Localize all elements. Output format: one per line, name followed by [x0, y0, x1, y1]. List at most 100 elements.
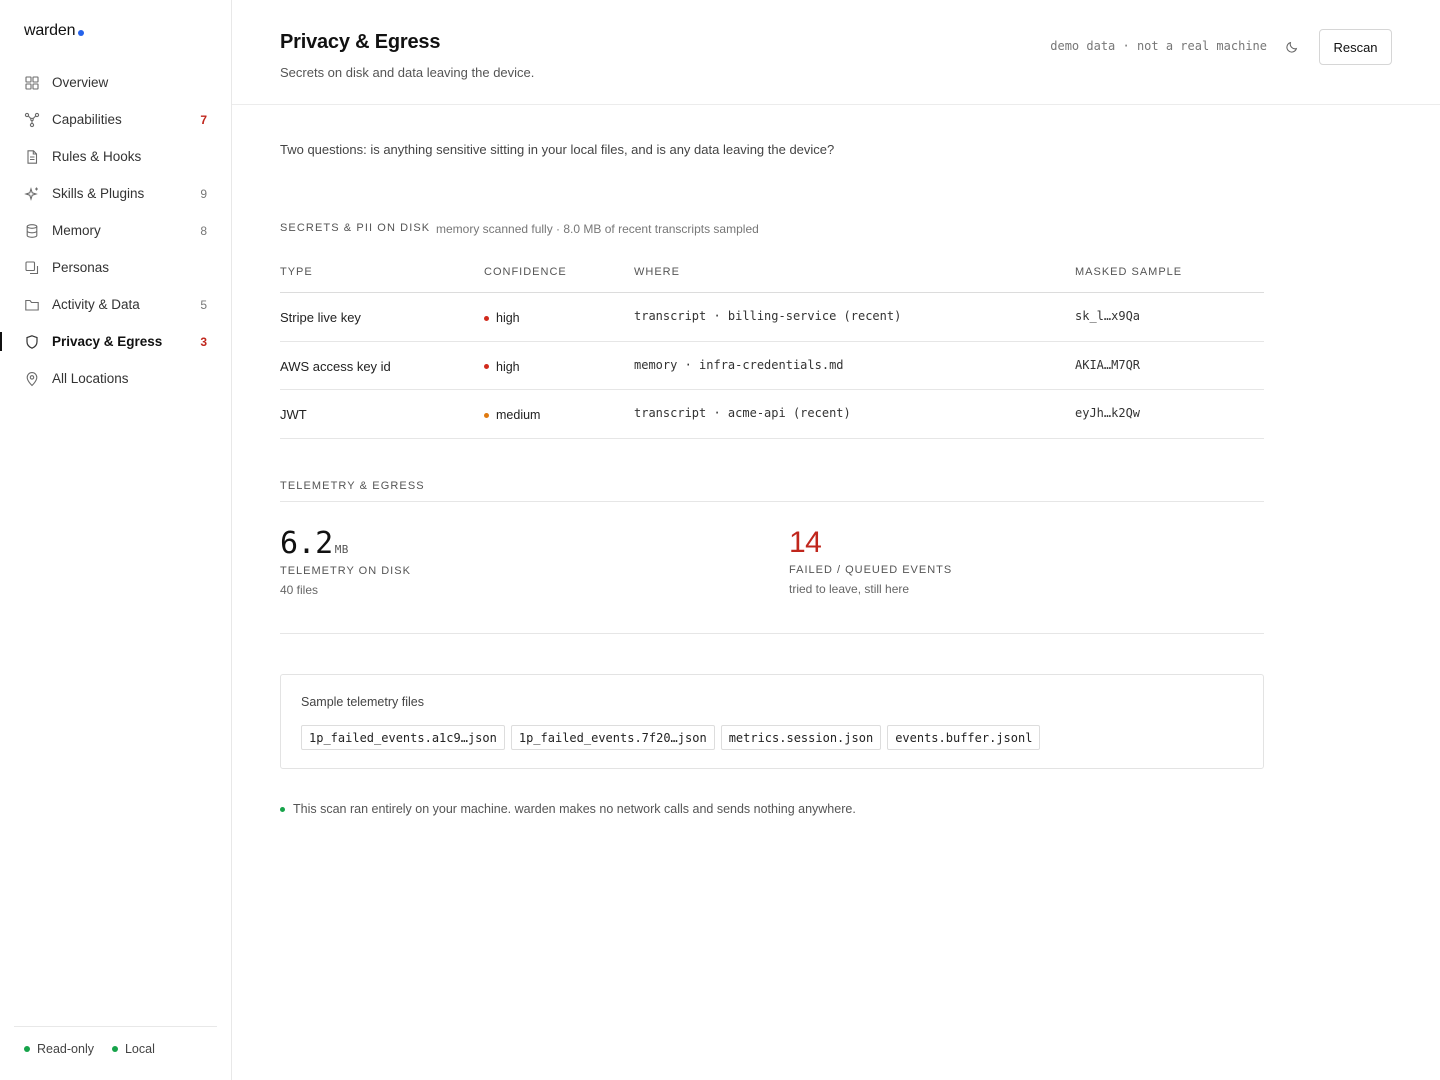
sidebar-item-label: Overview	[52, 75, 109, 90]
file-chip[interactable]: metrics.session.json	[720, 725, 882, 750]
page-subtitle: Secrets on disk and data leaving the dev…	[280, 65, 535, 80]
app-logo[interactable]: warden	[24, 22, 85, 40]
confidence-label: high	[496, 359, 520, 374]
table-header: Type Confidence Where Masked sample	[280, 255, 1264, 293]
sidebar-item-label: Skills & Plugins	[52, 186, 145, 201]
secrets-table: Type Confidence Where Masked sample Stri…	[280, 255, 1264, 439]
network-icon	[24, 112, 40, 128]
secret-type: AWS access key id	[280, 358, 391, 374]
local-scan-note-text: This scan ran entirely on your machine. …	[293, 802, 856, 816]
sidebar-item-count: 9	[200, 186, 207, 201]
pin-icon	[24, 371, 40, 387]
sample-telemetry-files-card: Sample telemetry files 1p_failed_events.…	[280, 674, 1264, 769]
secrets-section-title: Secrets & PII on disk	[280, 222, 431, 234]
secrets-scan-note: memory scanned fully · 8.0 MB of recent …	[436, 222, 759, 236]
failed-events-stat: 14 Failed / queued events tried to leave…	[789, 526, 952, 596]
secret-location: transcript · billing-service (recent)	[634, 309, 902, 323]
sidebar-nav: Overview Capabilities 7 Rules & Hooks Sk…	[0, 64, 231, 397]
sidebar-item-label: Activity & Data	[52, 297, 140, 312]
confidence-badge: medium	[484, 408, 540, 422]
failed-events-sub: tried to leave, still here	[789, 582, 910, 596]
telemetry-size-value: 6.2	[280, 526, 333, 561]
sidebar-item-all-locations[interactable]: All Locations	[0, 360, 231, 397]
logo-dot	[78, 30, 85, 36]
sample-file-list: 1p_failed_events.a1c9…json 1p_failed_eve…	[301, 725, 1041, 750]
status-dot	[111, 1046, 118, 1052]
document-icon	[24, 149, 40, 165]
local-status: Local	[111, 1042, 155, 1056]
readonly-status: Read-only	[24, 1042, 94, 1056]
table-row: AWS access key id high memory · infra-cr…	[280, 342, 1264, 390]
moon-icon[interactable]	[1283, 38, 1301, 56]
sidebar-item-label: Memory	[52, 223, 101, 238]
confidence-label: medium	[496, 408, 541, 422]
failed-events-caption: Failed / queued events	[789, 564, 953, 576]
page-title: Privacy & Egress	[280, 31, 441, 53]
masked-sample: sk_l…x9Qa	[1075, 309, 1141, 323]
sidebar-item-activity-data[interactable]: Activity & Data 5	[0, 286, 231, 323]
sidebar-item-label: Privacy & Egress	[52, 334, 163, 349]
status-dot	[280, 806, 285, 812]
sidebar-item-privacy-egress[interactable]: Privacy & Egress 3	[0, 323, 231, 360]
sidebar-item-count: 5	[200, 297, 207, 312]
local-label: Local	[124, 1042, 155, 1056]
sidebar-item-label: Rules & Hooks	[52, 149, 142, 164]
column-header-masked-sample: Masked sample	[1075, 266, 1183, 278]
sidebar: warden Overview Capabilities 7 Rules & H…	[0, 0, 232, 1080]
intro-text: Two questions: is anything sensitive sit…	[280, 142, 835, 157]
page-header: Privacy & Egress Secrets on disk and dat…	[232, 0, 1440, 105]
sidebar-item-skills-plugins[interactable]: Skills & Plugins 9	[0, 175, 231, 212]
confidence-dot	[484, 315, 489, 321]
column-header-type: Type	[280, 266, 313, 278]
secret-type: JWT	[280, 407, 307, 422]
readonly-label: Read-only	[37, 1042, 94, 1056]
secret-location: transcript · acme-api (recent)	[634, 406, 851, 420]
status-dot	[24, 1046, 30, 1052]
failed-events-value: 14	[789, 526, 822, 559]
file-chip[interactable]: 1p_failed_events.a1c9…json	[301, 725, 505, 750]
sidebar-item-personas[interactable]: Personas	[0, 249, 231, 286]
sidebar-item-label: All Locations	[52, 371, 129, 386]
file-chip[interactable]: 1p_failed_events.7f20…json	[510, 725, 715, 750]
sidebar-item-count: 7	[200, 112, 207, 127]
confidence-badge: high	[484, 360, 520, 374]
shield-icon	[24, 334, 40, 350]
secret-type: Stripe live key	[280, 310, 361, 325]
confidence-label: high	[496, 311, 520, 325]
database-icon	[24, 223, 40, 239]
sidebar-item-label: Capabilities	[52, 112, 122, 127]
table-row: JWT medium transcript · acme-api (recent…	[280, 390, 1264, 439]
confidence-dot	[484, 364, 489, 369]
sparkle-icon	[24, 186, 40, 202]
telemetry-stats: 6.2 MB Telemetry on disk 40 files 14 Fail…	[280, 501, 1264, 634]
sidebar-item-memory[interactable]: Memory 8	[0, 212, 231, 249]
telemetry-size-unit: MB	[334, 543, 349, 556]
masked-sample: eyJh…k2Qw	[1075, 406, 1141, 420]
copy-icon	[24, 260, 40, 276]
folder-icon	[24, 297, 40, 313]
telemetry-section-title: Telemetry & Egress	[280, 480, 425, 492]
sidebar-item-count: 3	[200, 334, 207, 349]
sidebar-footer: Read-only Local	[14, 1026, 217, 1056]
sidebar-item-rules-hooks[interactable]: Rules & Hooks	[0, 138, 231, 175]
column-header-where: Where	[634, 266, 680, 278]
column-header-confidence: Confidence	[484, 266, 567, 278]
file-chip[interactable]: events.buffer.jsonl	[887, 725, 1041, 750]
sidebar-item-capabilities[interactable]: Capabilities 7	[0, 101, 231, 138]
grid-icon	[24, 75, 40, 91]
sidebar-item-count: 8	[200, 223, 207, 238]
telemetry-size-caption: Telemetry on disk	[280, 565, 411, 577]
telemetry-file-count: 40 files	[280, 583, 319, 597]
confidence-dot	[484, 412, 489, 418]
sidebar-item-label: Personas	[52, 260, 110, 275]
confidence-badge: high	[484, 311, 520, 325]
local-scan-note: This scan ran entirely on your machine. …	[280, 802, 856, 816]
demo-data-note: demo data · not a real machine	[1050, 39, 1267, 53]
telemetry-on-disk-stat: 6.2 MB Telemetry on disk 40 files	[280, 526, 411, 597]
secret-location: memory · infra-credentials.md	[634, 357, 844, 372]
table-row: Stripe live key high transcript · billin…	[280, 293, 1264, 342]
masked-sample: AKIA…M7QR	[1075, 357, 1141, 372]
sample-files-title: Sample telemetry files	[301, 695, 424, 709]
rescan-button[interactable]: Rescan	[1319, 29, 1392, 65]
sidebar-item-overview[interactable]: Overview	[0, 64, 231, 101]
